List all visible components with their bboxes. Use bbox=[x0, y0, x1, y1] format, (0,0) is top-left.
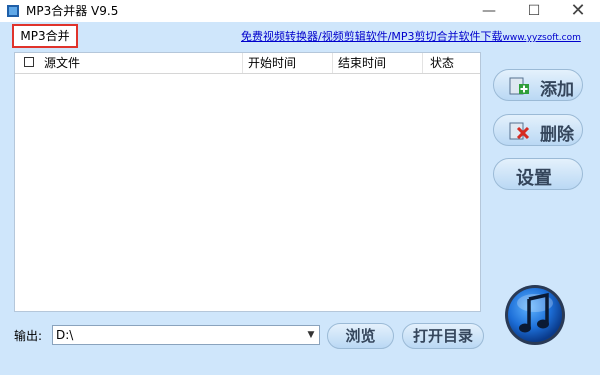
column-source[interactable]: 源文件 bbox=[15, 53, 243, 73]
column-source-label: 源文件 bbox=[44, 56, 81, 70]
column-start-time[interactable]: 开始时间 bbox=[243, 53, 333, 73]
maximize-button[interactable]: ☐ bbox=[512, 0, 556, 22]
file-list-header: 源文件 开始时间 结束时间 状态 bbox=[15, 53, 480, 74]
add-button-label: 添加 bbox=[540, 80, 574, 100]
window-title: MP3合并器 V9.5 bbox=[26, 4, 119, 18]
settings-button-label: 设置 bbox=[516, 168, 552, 189]
close-button[interactable]: ✕ bbox=[556, 0, 600, 22]
add-file-icon bbox=[509, 77, 529, 95]
add-button[interactable]: 添加 bbox=[493, 69, 583, 101]
column-end-time[interactable]: 结束时间 bbox=[333, 53, 423, 73]
download-link-site: www.yyzsoft.com bbox=[502, 33, 581, 43]
browse-button[interactable]: 浏览 bbox=[327, 323, 394, 349]
select-all-checkbox[interactable] bbox=[24, 57, 34, 67]
delete-button-label: 删除 bbox=[540, 125, 574, 145]
settings-button[interactable]: 设置 bbox=[493, 158, 583, 190]
chevron-down-icon[interactable]: ▼ bbox=[303, 326, 319, 344]
output-path-value: D:\ bbox=[56, 328, 74, 342]
app-icon bbox=[7, 5, 19, 17]
column-status[interactable]: 状态 bbox=[423, 53, 480, 73]
delete-button[interactable]: 删除 bbox=[493, 114, 583, 146]
output-path-select[interactable]: D:\ ▼ bbox=[52, 325, 320, 345]
download-link[interactable]: 免费视频转换器/视频剪辑软件/MP3剪切合并软件下载www.yyzsoft.co… bbox=[241, 28, 581, 44]
output-label: 输出: bbox=[14, 329, 43, 343]
delete-file-icon bbox=[509, 122, 530, 140]
minimize-button[interactable]: — bbox=[467, 0, 511, 22]
tab-mp3-merge[interactable]: MP3合并 bbox=[12, 24, 78, 48]
download-link-text: 免费视频转换器/视频剪辑软件/MP3剪切合并软件下载 bbox=[241, 30, 503, 43]
file-list[interactable]: 源文件 开始时间 结束时间 状态 bbox=[14, 52, 481, 312]
music-note-icon bbox=[505, 285, 565, 345]
open-directory-button[interactable]: 打开目录 bbox=[402, 323, 484, 349]
title-bar: MP3合并器 V9.5 — ☐ ✕ bbox=[0, 0, 600, 22]
